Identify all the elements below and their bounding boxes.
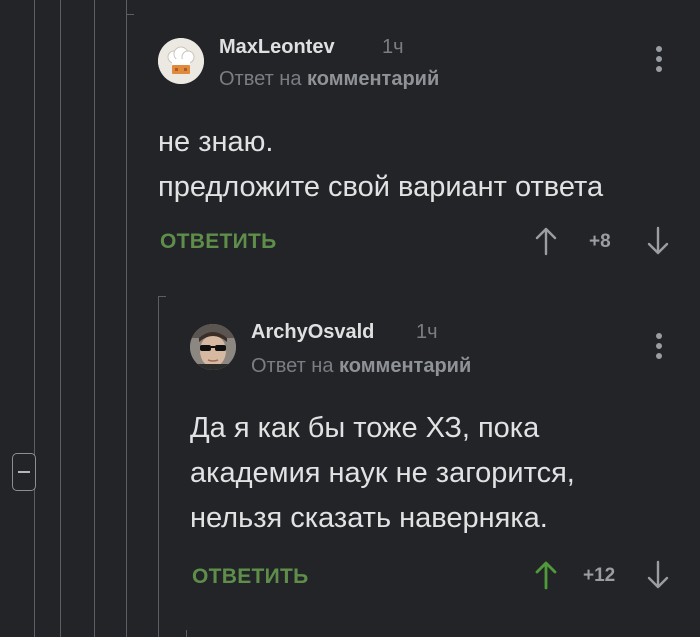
thread-line-2 xyxy=(60,0,61,637)
thread-line-4 xyxy=(126,0,127,637)
reply-button[interactable]: ОТВЕТИТЬ xyxy=(192,565,309,589)
thread-branch-1 xyxy=(126,14,134,15)
comment-text-line: академия наук не загорится, xyxy=(190,457,575,489)
downvote-arrow-icon[interactable] xyxy=(647,560,669,590)
more-options-button[interactable] xyxy=(653,46,665,76)
dot-icon xyxy=(656,333,662,339)
comment-time: 1ч xyxy=(416,321,438,343)
reply-button[interactable]: ОТВЕТИТЬ xyxy=(160,230,277,254)
author-name[interactable]: ArchyOsvald xyxy=(251,321,374,344)
upvote-arrow-icon[interactable] xyxy=(535,560,557,590)
comment-time: 1ч xyxy=(382,36,404,58)
comment-text-line: предложите свой вариант ответа xyxy=(158,171,604,203)
downvote-arrow-icon[interactable] xyxy=(647,226,669,256)
avatar[interactable] xyxy=(158,38,204,84)
reply-prefix: Ответ на xyxy=(219,68,302,90)
thread-line-6 xyxy=(186,630,187,637)
comment-text: не знаю. предложите свой вариант ответа xyxy=(158,120,603,210)
reply-target-link[interactable]: комментарий xyxy=(339,355,471,377)
dot-icon xyxy=(656,343,662,349)
rating-count: +8 xyxy=(589,231,611,252)
reply-target-link[interactable]: комментарий xyxy=(307,68,439,90)
dot-icon xyxy=(656,46,662,52)
thread-line-5 xyxy=(158,296,159,637)
reply-to: Ответ на комментарий xyxy=(219,68,439,91)
comment-text-line: не знаю. xyxy=(158,126,274,158)
dot-icon xyxy=(656,66,662,72)
dot-icon xyxy=(656,353,662,359)
comment-text-line: нельзя сказать наверняка. xyxy=(190,502,548,534)
reply-prefix: Ответ на xyxy=(251,355,334,377)
avatar[interactable] xyxy=(190,324,236,370)
chef-hat-icon xyxy=(158,38,204,84)
comment-text-line: Да я как бы тоже ХЗ, пока xyxy=(190,412,540,444)
reply-to: Ответ на комментарий xyxy=(251,355,471,378)
sunglasses-person-icon xyxy=(190,324,236,370)
comment-text: Да я как бы тоже ХЗ, пока академия наук … xyxy=(190,406,575,541)
minus-icon xyxy=(18,471,30,473)
author-name[interactable]: MaxLeontev xyxy=(219,36,335,59)
thread-line-1 xyxy=(34,0,35,637)
upvote-arrow-icon[interactable] xyxy=(535,226,557,256)
thread-branch-2 xyxy=(158,296,166,297)
collapse-thread-button[interactable] xyxy=(12,453,36,491)
dot-icon xyxy=(656,56,662,62)
thread-line-3 xyxy=(94,0,95,637)
more-options-button[interactable] xyxy=(653,333,665,363)
rating-count: +12 xyxy=(583,565,616,586)
